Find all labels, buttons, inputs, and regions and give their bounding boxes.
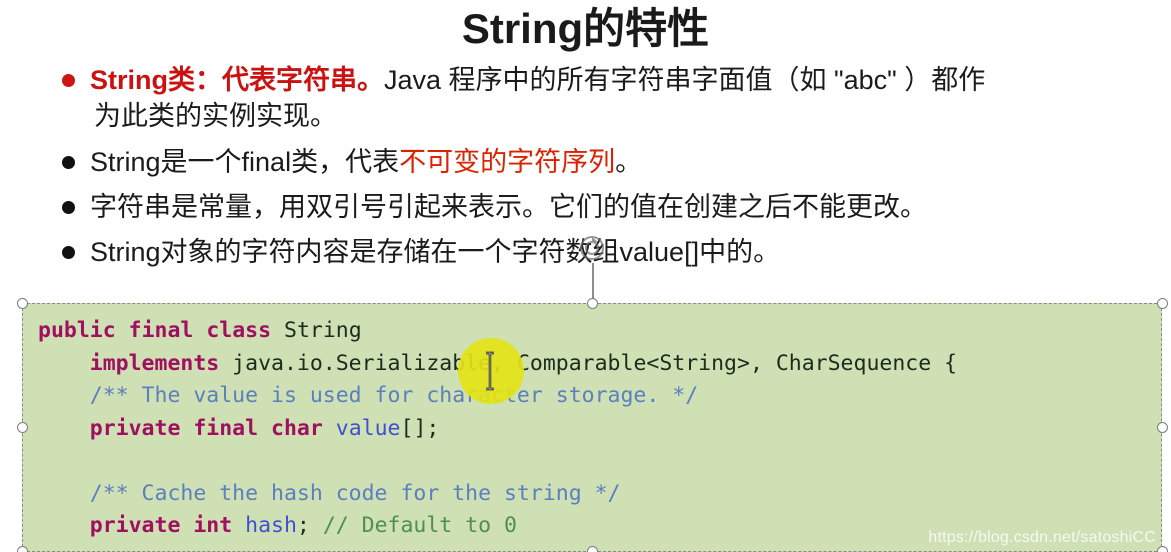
code-token: int (193, 513, 233, 538)
resize-handle[interactable] (586, 297, 598, 309)
bullet-3-text: 字符串是常量，用双引号引起来表示。它们的值在创建之后不能更改。 (90, 192, 927, 222)
code-token: private (89, 415, 181, 441)
resize-handle[interactable] (1156, 297, 1168, 309)
bullet-1-emphasis: String类：代表字符串。 (90, 65, 384, 95)
code-line: private final char value[]; (38, 413, 1156, 446)
bullet-dot-icon (62, 246, 75, 259)
resize-handle[interactable] (1156, 421, 1168, 433)
bullet-1-text-line2: 为此类的实例实现。 (94, 101, 337, 131)
presentation-slide: String的特性 String类：代表字符串。Java 程序中的所有字符串字面… (0, 0, 1171, 552)
code-token: /** The value is used for character stor… (89, 383, 699, 408)
code-token: /** Cache the hash code for the string *… (89, 480, 621, 506)
bullet-dot-icon (62, 74, 75, 87)
code-token: implements (89, 350, 220, 376)
bullet-2-prefix: String是一个final类，代表 (90, 147, 400, 177)
code-content[interactable]: public final class String implements jav… (38, 315, 1156, 543)
bullet-2-emphasis: 不可变的字符序列 (399, 147, 616, 177)
code-text-box[interactable]: public final class String implements jav… (22, 303, 1162, 552)
code-token: java.io.Serializable, Comparable<String>… (219, 350, 958, 376)
code-token: final (128, 318, 194, 343)
code-token: value (335, 415, 401, 441)
rotate-icon (580, 236, 604, 260)
code-line: /** The value is used for character stor… (38, 380, 1156, 413)
shape-rotate-handle[interactable] (580, 236, 604, 305)
resize-handle[interactable] (586, 545, 598, 552)
bullet-1-text: Java 程序中的所有字符串字面值（如 "abc" ）都作 (384, 65, 986, 95)
code-token: ; (296, 513, 323, 538)
resize-handle[interactable] (16, 421, 28, 433)
bullet-dot-icon (62, 156, 75, 169)
code-line: public final class String (38, 315, 1156, 348)
resize-handle[interactable] (16, 545, 28, 552)
code-token: hash (245, 513, 297, 538)
list-item: 字符串是常量，用双引号引起来表示。它们的值在创建之后不能更改。 (56, 189, 1146, 225)
watermark: https://blog.csdn.net/satoshiCC (928, 529, 1156, 546)
code-token: // Default to 0 (322, 513, 517, 538)
code-line: implements java.io.Serializable, Compara… (38, 348, 1156, 381)
bullet-2-suffix: 。 (615, 147, 643, 177)
code-token: char (271, 415, 323, 441)
code-token: final (193, 415, 259, 441)
list-item: String是一个final类，代表不可变的字符序列。 (56, 144, 1146, 180)
code-token: []; (400, 415, 440, 441)
text-cursor-icon (486, 351, 494, 391)
list-item: String类：代表字符串。Java 程序中的所有字符串字面值（如 "abc" … (56, 62, 1146, 134)
code-token: public (38, 318, 116, 343)
code-line: /** Cache the hash code for the string *… (38, 478, 1156, 511)
code-token: String (284, 318, 362, 343)
code-token: class (206, 318, 272, 343)
page-title: String的特性 (461, 5, 710, 52)
code-token: private (89, 513, 181, 538)
resize-handle[interactable] (1156, 545, 1168, 552)
bullet-dot-icon (62, 201, 75, 214)
resize-handle[interactable] (16, 297, 28, 309)
bullet-4-text: String对象的字符内容是存储在一个字符数组value[]中的。 (90, 237, 781, 267)
